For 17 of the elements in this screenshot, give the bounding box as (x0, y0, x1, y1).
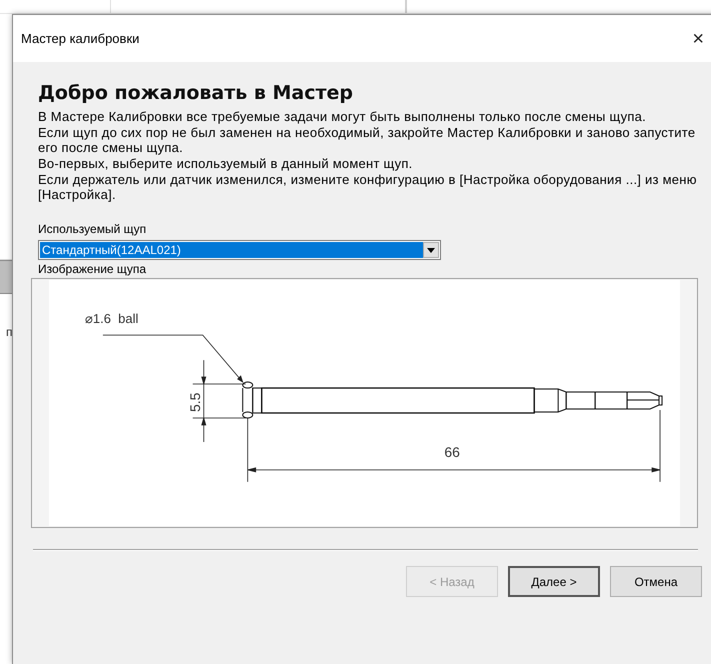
instruction-text: Во-первых, выберите используемый в данный момент щуп. (38, 156, 414, 171)
height-value: 5.5 (186, 392, 203, 412)
probe-dropdown[interactable]: Стандартный(12AAL021) (38, 240, 441, 260)
probe-dropdown-value: Стандартный(12AAL021) (40, 242, 423, 258)
welcome-heading: Добро пожаловать в Мастер (38, 81, 354, 106)
instruction-text: Если щуп до сих пор не был заменен на необходимый, закройте Мастер Калибровки и заново запустите его после смены щупа. (38, 125, 696, 155)
ball-label: ⌀1.6 ball (84, 311, 138, 326)
background-text: п (5, 326, 12, 338)
probe-image-label: Изображение щупа (38, 262, 148, 277)
wizard-button[interactable]: Отмена (610, 566, 702, 597)
instruction-text: Если держатель или датчик изменился, измените конфигурацию в [Настройка оборудования ...] из меню [Настройка]. (38, 172, 698, 202)
instruction-text: В Мастере Калибровки все требуемые задачи могут быть выполнены только после смены щупа. (38, 109, 647, 124)
length-value: 66 (444, 444, 460, 460)
wizard-button[interactable]: Далее > (508, 566, 600, 597)
probe-label: Используемый щуп (38, 222, 148, 237)
window-title: Мастер калибровки (21, 30, 140, 48)
close-button[interactable]: × (688, 28, 708, 48)
